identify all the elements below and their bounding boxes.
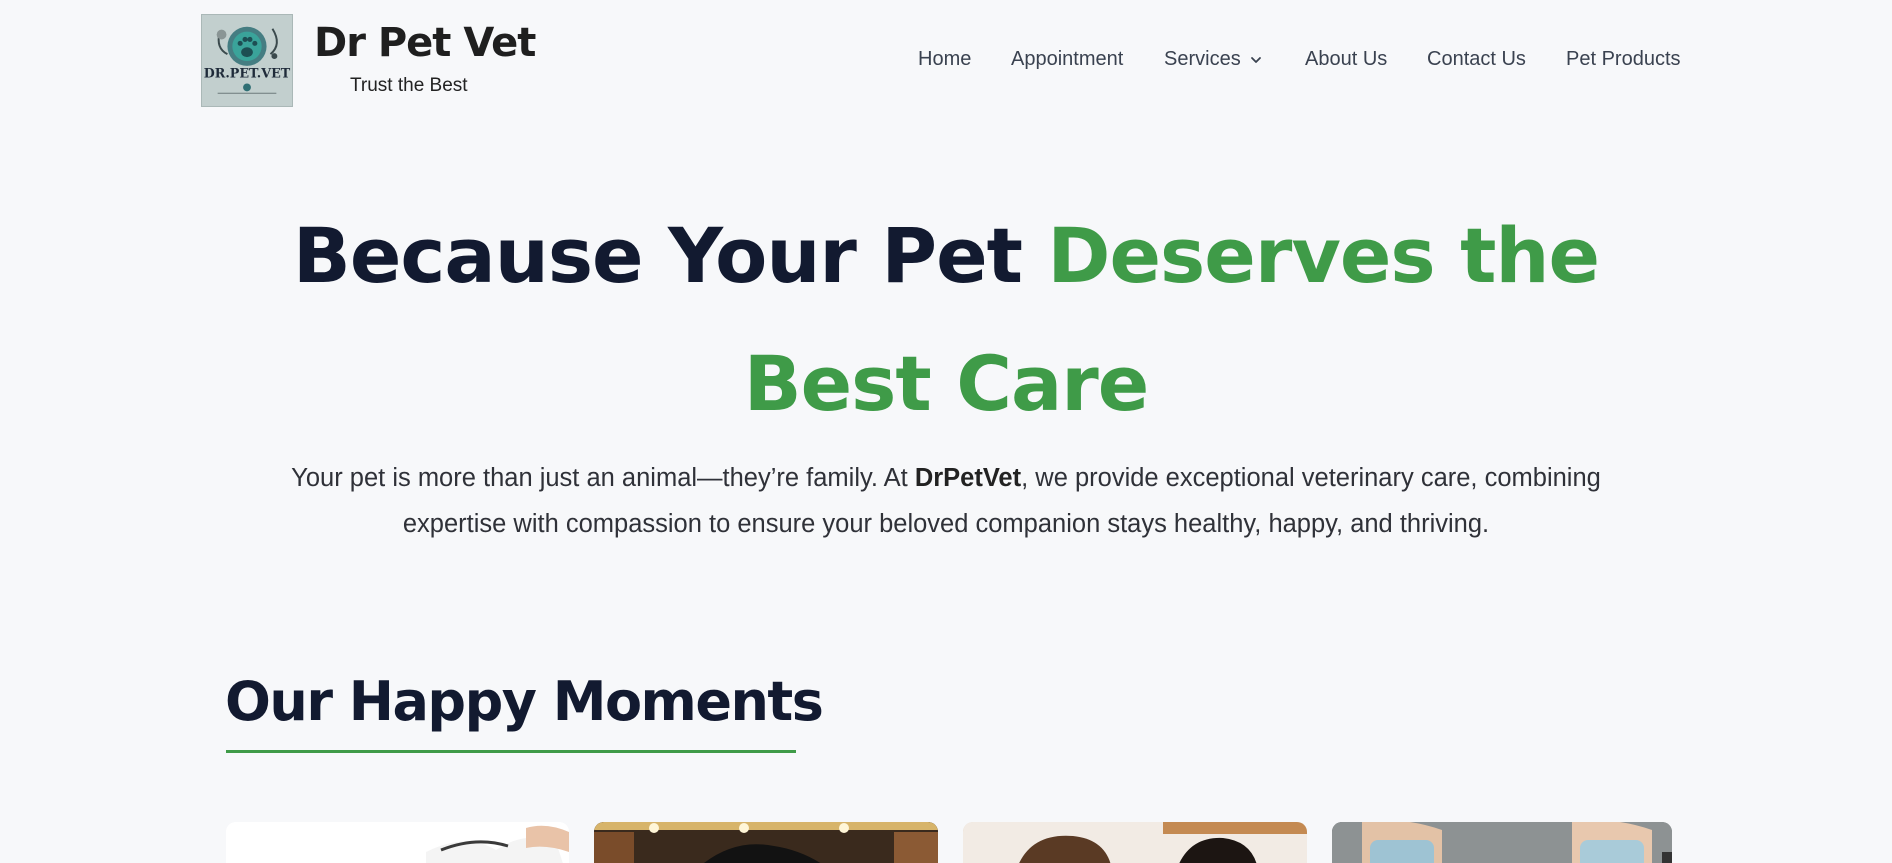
nav-about-link[interactable]: About Us xyxy=(1305,48,1387,71)
hero-title-accent-1: Deserves the xyxy=(1047,211,1600,300)
hero-title: Because Your Pet Deserves the Best Care xyxy=(0,192,1892,448)
nav-services-label: Services xyxy=(1164,48,1241,70)
hero-title-line-1: Because Your Pet Deserves the xyxy=(0,192,1892,320)
nav-pet-products-link[interactable]: Pet Products xyxy=(1566,48,1681,71)
brand-title[interactable]: Dr Pet Vet xyxy=(314,20,536,66)
section-underline xyxy=(226,750,796,753)
svg-text:DR.PET.VET: DR.PET.VET xyxy=(204,66,291,81)
hero-subtitle-intro: Your pet is more than just an animal—the… xyxy=(291,464,915,492)
pet-grooming-photo-icon xyxy=(226,822,569,863)
gallery-card-photo[interactable] xyxy=(226,822,569,863)
nav-home-link[interactable]: Home xyxy=(918,48,971,71)
gallery-card-photo[interactable] xyxy=(594,822,938,863)
hero-subtitle-brand: DrPetVet xyxy=(914,464,1022,492)
site-header: DR.PET.VET Dr Pet Vet Trust the Best Hom… xyxy=(0,0,1892,120)
site-logo[interactable]: DR.PET.VET xyxy=(201,14,293,107)
vet-exam-photo-icon xyxy=(963,822,1307,863)
brand-tagline: Trust the Best xyxy=(350,75,468,96)
hero-subtitle: Your pet is more than just an animal—the… xyxy=(240,455,1652,547)
vet-team-photo-icon xyxy=(1332,822,1672,863)
gallery-card-photo[interactable] xyxy=(1332,822,1672,863)
pet-store-photo-icon xyxy=(594,822,938,863)
chevron-down-icon xyxy=(1250,56,1261,63)
gallery-card-photo[interactable] xyxy=(963,822,1307,863)
happy-moments-heading: Our Happy Moments xyxy=(225,670,824,733)
hero-title-line-2: Best Care xyxy=(743,339,1150,428)
hero-title-part-1: Because Your Pet xyxy=(292,211,1048,300)
paw-stethoscope-logo-icon: DR.PET.VET xyxy=(202,15,292,106)
nav-appointment-link[interactable]: Appointment xyxy=(1011,48,1123,71)
nav-services-link[interactable]: Services xyxy=(1164,48,1263,71)
nav-contact-link[interactable]: Contact Us xyxy=(1427,48,1526,71)
page: DR.PET.VET Dr Pet Vet Trust the Best Hom… xyxy=(0,0,1892,863)
